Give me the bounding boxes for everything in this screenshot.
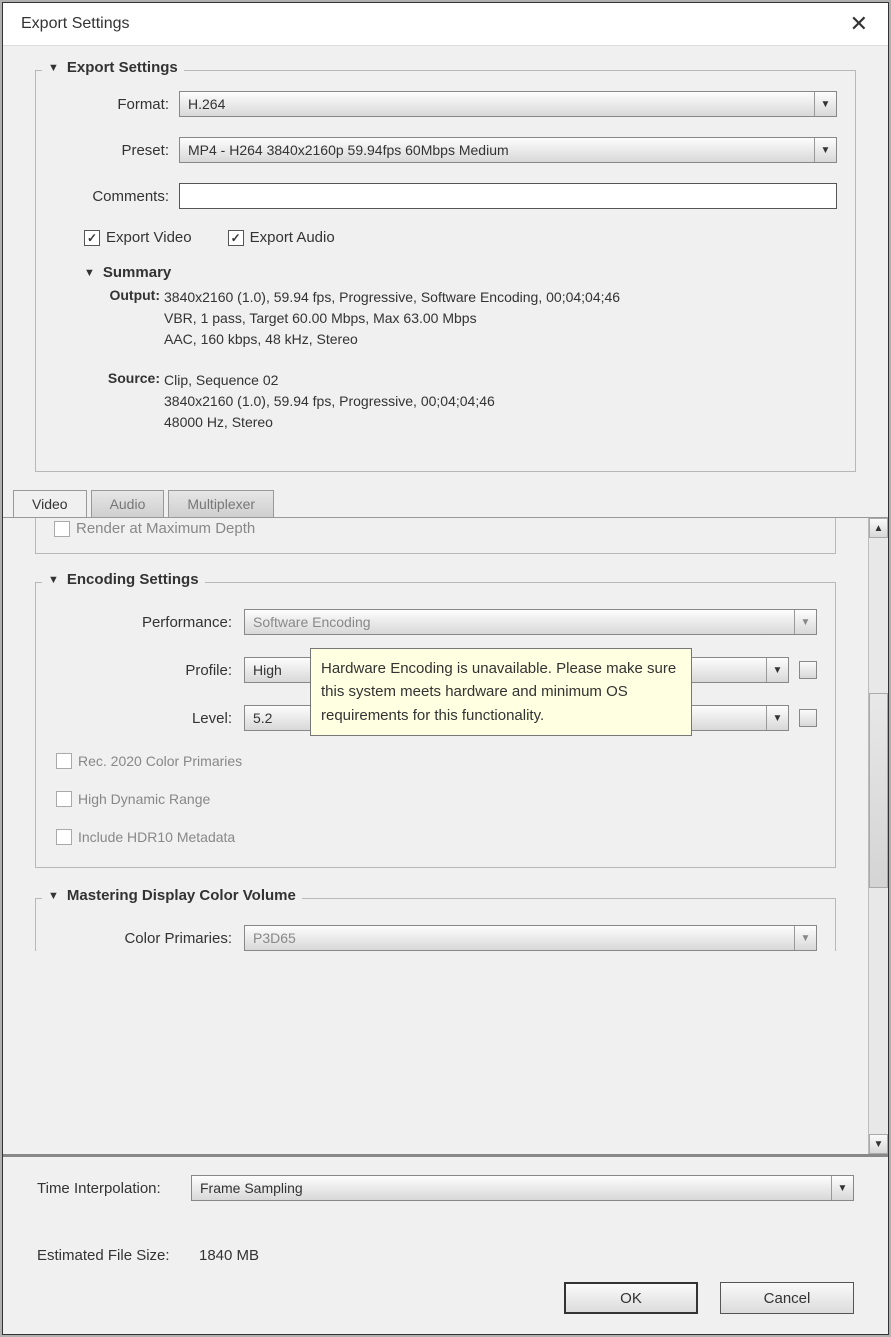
performance-dropdown[interactable]: Software Encoding ▼ [244, 609, 817, 635]
profile-value: High [253, 662, 282, 678]
export-settings-group: ▼ Export Settings Format: H.264 ▼ Preset… [35, 70, 856, 472]
level-value: 5.2 [253, 710, 272, 726]
chevron-down-icon: ▼ [794, 926, 816, 950]
time-interpolation-value: Frame Sampling [200, 1180, 303, 1196]
level-reset-box[interactable] [799, 709, 817, 727]
tab-audio[interactable]: Audio [91, 490, 165, 517]
encoding-header: Encoding Settings [67, 571, 199, 588]
comments-input[interactable] [179, 183, 837, 209]
export-audio-checkbox[interactable]: ✓ Export Audio [228, 229, 335, 246]
format-value: H.264 [188, 96, 225, 112]
export-video-label: Export Video [106, 229, 192, 246]
export-settings-dialog: Export Settings ✕ ▼ Export Settings Form… [2, 2, 889, 1335]
ok-button[interactable]: OK [564, 1282, 698, 1314]
checkbox-unchecked [56, 791, 72, 807]
color-primaries-value: P3D65 [253, 930, 296, 946]
scroll-down-icon[interactable]: ▼ [869, 1134, 888, 1154]
scroll-thumb[interactable] [869, 693, 888, 888]
scroll-track[interactable] [869, 538, 888, 1134]
cancel-button[interactable]: Cancel [720, 1282, 854, 1314]
chevron-down-icon: ▼ [766, 658, 788, 682]
titlebar: Export Settings ✕ [3, 3, 888, 46]
format-dropdown[interactable]: H.264 ▼ [179, 91, 837, 117]
time-interpolation-dropdown[interactable]: Frame Sampling ▼ [191, 1175, 854, 1201]
preset-value: MP4 - H264 3840x2160p 59.94fps 60Mbps Me… [188, 142, 509, 158]
profile-reset-box[interactable] [799, 661, 817, 679]
checkmark-icon: ✓ [84, 230, 100, 246]
dialog-title: Export Settings [21, 15, 130, 33]
checkbox-unchecked [56, 829, 72, 845]
performance-label: Performance: [54, 614, 244, 631]
estimated-file-size-label: Estimated File Size: [37, 1247, 191, 1264]
summary-collapse[interactable]: ▼ Summary [84, 264, 837, 281]
dialog-footer: Time Interpolation: Frame Sampling ▼ Est… [3, 1154, 888, 1334]
prev-group-cut: Render at Maximum Depth [35, 518, 836, 554]
render-max-depth-label: Render at Maximum Depth [76, 520, 255, 537]
chevron-down-icon: ▼ [766, 706, 788, 730]
source-summary: Clip, Sequence 02 3840x2160 (1.0), 59.94… [164, 370, 837, 433]
chevron-down-icon: ▼ [814, 92, 836, 116]
export-settings-collapse[interactable]: ▼ Export Settings [42, 59, 184, 76]
summary-header: Summary [103, 264, 171, 281]
hardware-encoding-tooltip: Hardware Encoding is unavailable. Please… [310, 648, 692, 736]
checkmark-icon: ✓ [228, 230, 244, 246]
preset-label: Preset: [54, 142, 179, 159]
output-label: Output: [98, 287, 164, 350]
comments-label: Comments: [54, 188, 179, 205]
source-label: Source: [98, 370, 164, 433]
triangle-down-icon: ▼ [84, 267, 95, 279]
chevron-down-icon: ▼ [831, 1176, 853, 1200]
tab-video[interactable]: Video [13, 490, 87, 517]
chevron-down-icon: ▼ [814, 138, 836, 162]
format-label: Format: [54, 96, 179, 113]
close-icon[interactable]: ✕ [844, 9, 874, 39]
export-video-checkbox[interactable]: ✓ Export Video [84, 229, 192, 246]
mdcv-group: ▼ Mastering Display Color Volume Color P… [35, 898, 836, 951]
triangle-down-icon: ▼ [48, 890, 59, 902]
checkbox-unchecked [56, 753, 72, 769]
output-summary: 3840x2160 (1.0), 59.94 fps, Progressive,… [164, 287, 837, 350]
scroll-up-icon[interactable]: ▲ [869, 518, 888, 538]
color-primaries-label: Color Primaries: [54, 930, 244, 947]
color-primaries-dropdown: P3D65 ▼ [244, 925, 817, 951]
chevron-down-icon: ▼ [794, 610, 816, 634]
preset-dropdown[interactable]: MP4 - H264 3840x2160p 59.94fps 60Mbps Me… [179, 137, 837, 163]
profile-label: Profile: [54, 662, 244, 679]
triangle-down-icon: ▼ [48, 62, 59, 74]
tab-multiplexer[interactable]: Multiplexer [168, 490, 274, 517]
mdcv-collapse[interactable]: ▼ Mastering Display Color Volume [42, 887, 302, 904]
checkbox-unchecked[interactable] [54, 521, 70, 537]
rec2020-checkbox: Rec. 2020 Color Primaries [54, 753, 817, 769]
hdr10-checkbox: Include HDR10 Metadata [54, 829, 817, 845]
mdcv-header: Mastering Display Color Volume [67, 887, 296, 904]
estimated-file-size-value: 1840 MB [191, 1247, 259, 1264]
vertical-scrollbar[interactable]: ▲ ▼ [868, 518, 888, 1154]
export-audio-label: Export Audio [250, 229, 335, 246]
time-interpolation-label: Time Interpolation: [37, 1180, 191, 1197]
triangle-down-icon: ▼ [48, 574, 59, 586]
export-settings-header: Export Settings [67, 59, 178, 76]
encoding-collapse[interactable]: ▼ Encoding Settings [42, 571, 205, 588]
hdr-checkbox: High Dynamic Range [54, 791, 817, 807]
performance-value: Software Encoding [253, 614, 371, 630]
level-label: Level: [54, 710, 244, 727]
encoding-settings-group: ▼ Encoding Settings Performance: Softwar… [35, 582, 836, 868]
